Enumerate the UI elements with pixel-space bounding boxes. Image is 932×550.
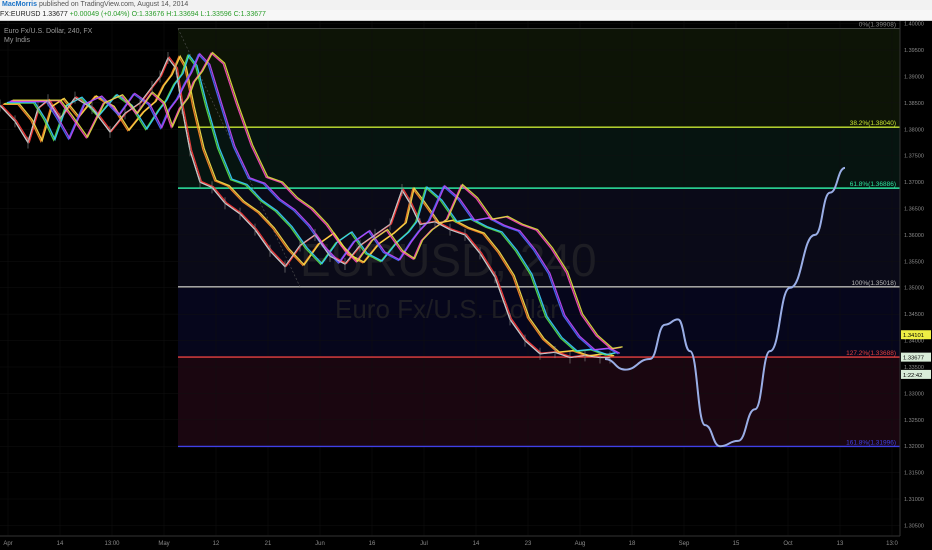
time-tick-11: Aug	[575, 541, 586, 547]
price-label-1: 1.33677	[903, 356, 924, 362]
time-tick-2: 13:00	[104, 541, 120, 547]
high-value: H:1.33694	[166, 11, 199, 18]
time-tick-8: Jul	[420, 541, 428, 547]
time-tick-14: 15	[733, 541, 740, 547]
symbol-name[interactable]: FX:EURUSD	[0, 11, 40, 18]
time-tick-9: 14	[473, 541, 480, 547]
time-tick-16: 13	[837, 541, 844, 547]
price-label-2: 1:22:42	[903, 373, 922, 379]
author-name[interactable]: MacMorris	[2, 1, 37, 8]
time-tick-3: May	[158, 541, 169, 547]
price-tick-9: 1.35500	[904, 259, 924, 265]
legend-title[interactable]: Euro Fx/U.S. Dollar, 240, FX	[4, 28, 93, 35]
time-tick-6: Jun	[315, 541, 325, 547]
price-tick-18: 1.31000	[904, 497, 924, 503]
publish-info: published on TradingView.com, August 14,…	[38, 1, 189, 8]
time-tick-10: 23	[525, 541, 532, 547]
open-value: O:1.33676	[131, 11, 165, 18]
price-tick-19: 1.30500	[904, 523, 924, 529]
price-tick-12: 1.34000	[904, 339, 924, 345]
fib-label-1: 38.2%(1.38040)	[850, 120, 896, 127]
time-tick-12: 18	[629, 541, 636, 547]
time-tick-0: Apr	[3, 541, 12, 547]
price-labels: 1.34101 1.33677 1:22:42	[901, 330, 931, 379]
price-tick-2: 1.39000	[904, 74, 924, 80]
fib-zone-0	[178, 28, 900, 128]
fib-label-2: 61.8%(1.36886)	[850, 181, 896, 188]
price-tick-3: 1.38500	[904, 101, 924, 107]
price-tick-16: 1.32000	[904, 444, 924, 450]
fib-label-3: 100%(1.35018)	[852, 280, 896, 287]
chart-area[interactable]: EURUSD, 240 Euro Fx/U.S. Dollar 0%(1.399…	[0, 21, 932, 550]
time-tick-7: 16	[369, 541, 376, 547]
time-tick-17: 13:0	[886, 541, 898, 547]
symbol-bar: FX:EURUSD 1.33677 +0.00049 (+0.04%) O:1.…	[0, 10, 932, 21]
price-tick-15: 1.32500	[904, 418, 924, 424]
price-tick-0: 1.40000	[904, 22, 924, 28]
price-tick-10: 1.35000	[904, 286, 924, 292]
price-tick-17: 1.31500	[904, 471, 924, 477]
price-tick-5: 1.37500	[904, 154, 924, 160]
fib-zone-4	[178, 357, 900, 447]
time-tick-15: Oct	[783, 541, 793, 547]
price-label-0: 1.34101	[903, 333, 924, 339]
close-value: C:1.33677	[233, 11, 266, 18]
fib-label-0: 0%(1.39908)	[859, 22, 896, 29]
publish-bar: MacMorris published on TradingView.com, …	[0, 0, 932, 10]
time-tick-4: 12	[213, 541, 220, 547]
fib-label-4: 127.2%(1.33688)	[846, 350, 896, 357]
fib-label-5: 161.8%(1.31996)	[846, 439, 896, 446]
price-tick-8: 1.36000	[904, 233, 924, 239]
low-value: L:1.33596	[200, 11, 232, 18]
price-tick-11: 1.34500	[904, 312, 924, 318]
chart-svg[interactable]: EURUSD, 240 Euro Fx/U.S. Dollar 0%(1.399…	[0, 21, 932, 550]
price-tick-6: 1.37000	[904, 180, 924, 186]
price-tick-1: 1.39500	[904, 48, 924, 54]
price-tick-4: 1.38000	[904, 127, 924, 133]
price-tick-14: 1.33000	[904, 391, 924, 397]
legend-indicators[interactable]: My Indis	[4, 37, 31, 44]
time-tick-5: 21	[265, 541, 272, 547]
last-price: 1.33677	[42, 11, 68, 18]
time-tick-13: Sep	[679, 541, 690, 547]
price-change: +0.00049 (+0.04%)	[69, 11, 130, 18]
fib-zone-1	[178, 127, 900, 189]
time-tick-1: 14	[57, 541, 64, 547]
price-tick-7: 1.36500	[904, 207, 924, 213]
